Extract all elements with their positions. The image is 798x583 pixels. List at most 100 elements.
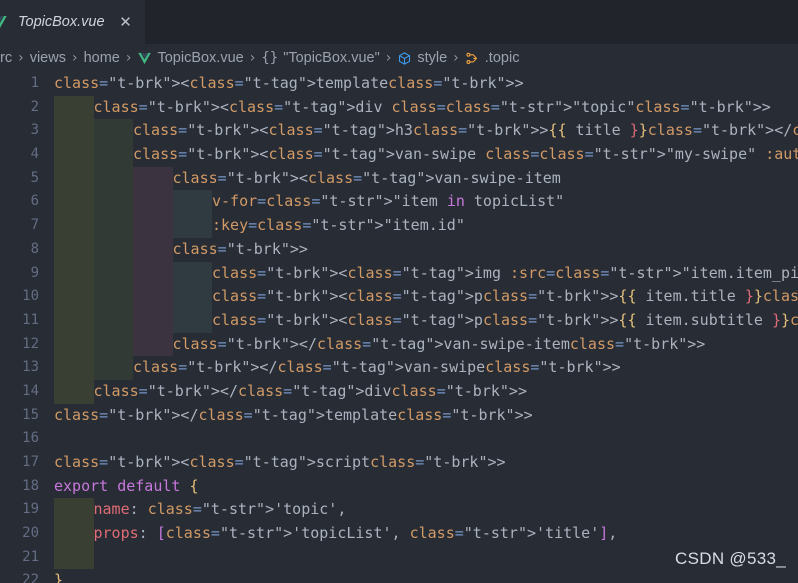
line-number: 17 [22,454,39,470]
code-line[interactable]: 6 v-for=class="t-str">"item in topicList" [0,190,798,215]
code-line[interactable]: 11 class="t-brk"><class="t-tag">pclass="t… [0,308,798,333]
indent-guide [54,190,94,215]
breadcrumb-item-topic-rule[interactable]: .topic [465,50,520,66]
line-number: 14 [22,382,39,399]
code-editor[interactable]: 1 class="t-brk"><class="t-tag">templatecl… [0,72,798,583]
line-number: 21 [22,548,39,565]
breadcrumb-item-rc[interactable]: rc [0,50,12,66]
indent-guide [54,522,94,546]
close-icon[interactable]: ✕ [117,13,135,31]
line-number: 19 [22,501,39,518]
indent-guide [172,214,212,238]
line-number: 2 [30,98,39,115]
code-line-text: class="t-brk"><class="t-tag">img :src=cl… [212,263,798,282]
indent-guide [54,308,94,333]
tab-bar-empty-space [145,0,798,44]
code-line[interactable]: 10 class="t-brk"><class="t-tag">pclass="t… [0,285,798,309]
code-line-text: } [54,571,64,583]
line-number: 13 [22,359,39,376]
indent-guide [133,285,173,309]
code-line[interactable]: 9 class="t-brk"><class="t-tag">img :src=c… [0,261,798,286]
code-line[interactable]: 3 class="t-brk"><class="t-tag">h3class="t… [0,119,798,144]
code-line[interactable]: 14 class="t-brk"></class="t-tag">divclass… [0,379,798,404]
indent-guide [133,237,173,262]
line-number: 15 [22,406,39,423]
indent-guide [172,261,212,286]
cube-icon [397,51,412,66]
code-line[interactable]: 20 props: [class="t-str">'topicList', cla… [0,522,798,546]
line-number: 3 [30,122,39,139]
breadcrumb-label: "TopicBox.vue" [283,50,380,66]
code-line[interactable]: 1 class="t-brk"><class="t-tag">templatecl… [0,72,798,96]
indent-guide [93,166,133,191]
code-line[interactable]: 12 class="t-brk"></class="t-tag">van-swip… [0,332,798,357]
indent-guide [54,261,94,286]
line-number: 1 [30,75,39,91]
code-line-text: class="t-brk"><class="t-tag">pclass="t-b… [212,287,798,306]
indent-guide [133,166,173,191]
line-number: 16 [22,430,39,447]
line-number: 4 [30,146,39,163]
code-line[interactable]: 19 name: class="t-str">'topic', [0,498,798,523]
breadcrumb-item-views[interactable]: views [30,50,66,66]
indent-guide [54,332,94,357]
indent-guide [133,190,173,215]
chevron-right-icon: › [18,50,24,66]
line-number: 18 [22,477,39,494]
indent-guide [54,498,94,523]
indent-guide [133,214,173,238]
indent-guide [93,237,133,262]
code-line[interactable]: 18 export default { [0,475,798,499]
line-number: 10 [22,288,39,305]
code-line[interactable]: 4 class="t-brk"><class="t-tag">van-swipe … [0,143,798,167]
breadcrumb-item-topicbox-vue[interactable]: TopicBox.vue [137,50,244,66]
indent-guide [93,356,133,380]
breadcrumb-item-symbol-file[interactable]: {} "TopicBox.vue" [261,50,379,66]
chevron-right-icon: › [125,50,132,66]
code-line-text: props: [class="t-str">'topicList', class… [93,524,618,543]
code-line[interactable]: 22} [0,569,798,583]
code-line-text: name: class="t-str">'topic', [93,500,347,519]
indent-guide [93,332,133,357]
line-number: 8 [30,240,39,257]
line-number: 20 [22,525,39,542]
code-line[interactable]: 13 class="t-brk"></class="t-tag">van-swip… [0,356,798,380]
indent-guide [54,545,94,570]
indent-guide [93,214,133,238]
code-area[interactable]: 1 class="t-brk"><class="t-tag">templatecl… [0,72,798,583]
breadcrumb-label: TopicBox.vue [157,50,244,66]
code-line-text: class="t-brk"><class="t-tag">div class=c… [93,97,771,116]
breadcrumb-label: views [29,50,66,66]
code-line-text: class="t-brk"><class="t-tag">scriptclass… [54,453,506,471]
indent-guide [54,379,94,404]
chevron-right-icon: › [249,50,256,66]
breadcrumb-item-style[interactable]: style [397,50,447,66]
indent-guide [93,261,133,286]
code-line[interactable]: 5 class="t-brk"><class="t-tag">van-swipe-… [0,166,798,191]
breadcrumb-label: .topic [484,50,520,66]
line-number: 9 [30,264,39,281]
code-line-text: class="t-brk"></class="t-tag">divclass="… [93,381,528,400]
line-number: 7 [30,217,39,234]
indent-guide [93,308,133,333]
code-line[interactable]: 8 class="t-brk">> [0,237,798,262]
line-number: 11 [22,311,39,328]
indent-guide [54,237,94,262]
watermark: CSDN @533_ [675,549,786,568]
indent-guide [133,308,173,333]
vue-icon [137,51,152,66]
code-line-text: class="t-brk"></class="t-tag">templatecl… [54,405,533,424]
code-line-text: class="t-brk"></class="t-tag">van-swipec… [133,358,621,377]
breadcrumb-label: home [83,50,120,66]
code-line[interactable]: 17 class="t-brk"><class="t-tag">scriptcla… [0,451,798,475]
indent-guide [54,166,94,191]
code-line-text: v-for=class="t-str">"item in topicList" [212,192,565,211]
editor-tab-topicbox-vue[interactable]: TopicBox.vue ✕ [0,0,146,44]
code-line[interactable]: 7:key=class="t-str">"item.id" [0,214,798,238]
indent-guide [93,285,133,309]
code-line[interactable]: 16 [0,427,798,451]
breadcrumb-item-home[interactable]: home [84,50,120,66]
code-line[interactable]: 2 class="t-brk"><class="t-tag">div class=… [0,95,798,120]
code-line[interactable]: 15 class="t-brk"></class="t-tag">template… [0,404,798,428]
breadcrumb-label: rc [0,50,13,66]
